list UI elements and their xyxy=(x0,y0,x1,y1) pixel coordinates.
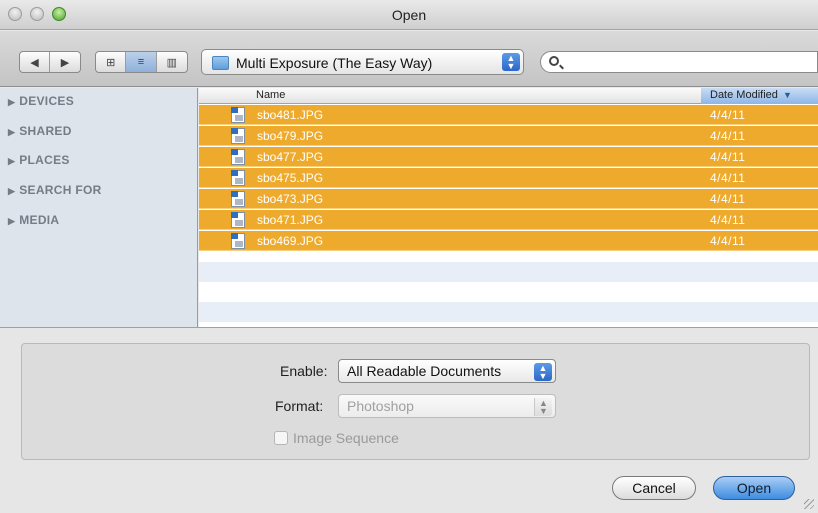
empty-row xyxy=(199,262,818,282)
sidebar: ▶ DEVICES ▶ SHARED ▶ PLACES ▶ SEARCH FOR ▶ ME… xyxy=(0,88,198,327)
table-row[interactable]: sbo477.JPG 4/4/11 xyxy=(199,147,818,167)
table-row[interactable]: sbo471.JPG 4/4/11 xyxy=(199,210,818,230)
file-name: sbo475.JPG xyxy=(257,171,324,185)
cancel-button[interactable]: Cancel xyxy=(612,476,696,500)
jpeg-file-icon xyxy=(231,191,245,207)
format-select[interactable]: Photoshop ▲ ▼ xyxy=(338,394,556,418)
enable-value: All Readable Documents xyxy=(347,363,502,379)
file-date: 4/4/11 xyxy=(710,171,746,185)
enable-label: Enable: xyxy=(280,363,328,379)
jpeg-file-icon xyxy=(231,149,245,165)
table-row[interactable]: sbo481.JPG 4/4/11 xyxy=(199,105,818,125)
file-list: Name Date Modified ▼ sbo481.JPG 4/4/11 s… xyxy=(199,88,818,327)
icon-view-button[interactable]: ⊞ xyxy=(96,52,127,72)
table-row[interactable]: sbo479.JPG 4/4/11 xyxy=(199,126,818,146)
file-date: 4/4/11 xyxy=(710,108,746,122)
column-view-button[interactable]: ▥ xyxy=(157,52,187,72)
popup-stepper-icon: ▲ ▼ xyxy=(534,363,552,381)
sidebar-item-places[interactable]: ▶ PLACES xyxy=(8,153,70,167)
search-icon xyxy=(549,56,559,66)
dialog-footer: Enable: All Readable Documents ▲ ▼ Format… xyxy=(0,327,818,513)
list-view-icon: ≡ xyxy=(137,56,145,68)
file-name: sbo473.JPG xyxy=(257,192,324,206)
file-date: 4/4/11 xyxy=(710,213,746,227)
file-name: sbo477.JPG xyxy=(257,150,324,164)
table-row[interactable]: sbo475.JPG 4/4/11 xyxy=(199,168,818,188)
empty-row xyxy=(199,302,818,322)
window-title: Open xyxy=(391,7,427,23)
image-sequence-label: Image Sequence xyxy=(293,430,399,446)
folder-icon xyxy=(212,56,229,70)
list-header: Name Date Modified ▼ xyxy=(199,88,818,104)
jpeg-file-icon xyxy=(231,212,245,228)
disclosure-triangle-icon: ▶ xyxy=(8,97,16,107)
column-view-icon: ▥ xyxy=(166,56,178,69)
icon-view-icon: ⊞ xyxy=(106,56,116,69)
sidebar-item-shared[interactable]: ▶ SHARED xyxy=(8,124,72,138)
view-mode-control: ⊞ ≡ ▥ xyxy=(95,51,188,73)
format-value: Photoshop xyxy=(347,398,414,414)
table-row[interactable]: sbo473.JPG 4/4/11 xyxy=(199,189,818,209)
location-label: Multi Exposure (The Easy Way) xyxy=(236,55,433,71)
file-date: 4/4/11 xyxy=(710,192,746,206)
back-forward-control: ◀ ▶ xyxy=(19,51,81,73)
jpeg-file-icon xyxy=(231,107,245,123)
jpeg-file-icon xyxy=(231,128,245,144)
popup-stepper-icon: ▲ ▼ xyxy=(502,53,520,71)
file-date: 4/4/11 xyxy=(710,129,746,143)
toolbar: ◀ ▶ ⊞ ≡ ▥ Multi Exposure (The Easy Way) … xyxy=(0,31,818,87)
open-button[interactable]: Open xyxy=(713,476,795,500)
file-date: 4/4/11 xyxy=(710,150,746,164)
chevron-right-icon: ▶ xyxy=(60,56,70,69)
image-sequence-checkbox[interactable] xyxy=(274,431,288,445)
file-name: sbo469.JPG xyxy=(257,234,324,248)
file-name: sbo479.JPG xyxy=(257,129,324,143)
jpeg-file-icon xyxy=(231,233,245,249)
location-popup[interactable]: Multi Exposure (The Easy Way) ▲ ▼ xyxy=(201,49,524,75)
list-view-button[interactable]: ≡ xyxy=(126,52,157,72)
jpeg-file-icon xyxy=(231,170,245,186)
resize-grip-icon[interactable] xyxy=(804,499,814,509)
name-column-header[interactable]: Name xyxy=(256,89,285,101)
table-row[interactable]: sbo469.JPG 4/4/11 xyxy=(199,231,818,251)
disclosure-triangle-icon: ▶ xyxy=(8,216,16,226)
format-label: Format: xyxy=(275,398,324,414)
disclosure-triangle-icon: ▶ xyxy=(8,186,16,196)
sidebar-item-search-for[interactable]: ▶ SEARCH FOR xyxy=(8,183,102,197)
sort-descending-icon: ▼ xyxy=(782,90,792,100)
sidebar-item-media[interactable]: ▶ MEDIA xyxy=(8,213,59,227)
file-name: sbo481.JPG xyxy=(257,108,324,122)
chevron-left-icon: ◀ xyxy=(30,56,39,69)
title-bar: Open xyxy=(0,0,818,30)
search-field[interactable] xyxy=(540,51,818,73)
disclosure-triangle-icon: ▶ xyxy=(8,127,16,137)
sidebar-item-devices[interactable]: ▶ DEVICES xyxy=(8,94,74,108)
file-date: 4/4/11 xyxy=(710,234,746,248)
enable-select[interactable]: All Readable Documents ▲ ▼ xyxy=(338,359,556,383)
file-name: sbo471.JPG xyxy=(257,213,324,227)
date-modified-column-header[interactable]: Date Modified ▼ xyxy=(701,88,818,104)
popup-stepper-icon: ▲ ▼ xyxy=(534,398,552,416)
options-panel: Enable: All Readable Documents ▲ ▼ Format… xyxy=(21,343,810,460)
disclosure-triangle-icon: ▶ xyxy=(8,156,16,166)
back-button[interactable]: ◀ xyxy=(20,52,50,72)
forward-button[interactable]: ▶ xyxy=(50,52,80,72)
